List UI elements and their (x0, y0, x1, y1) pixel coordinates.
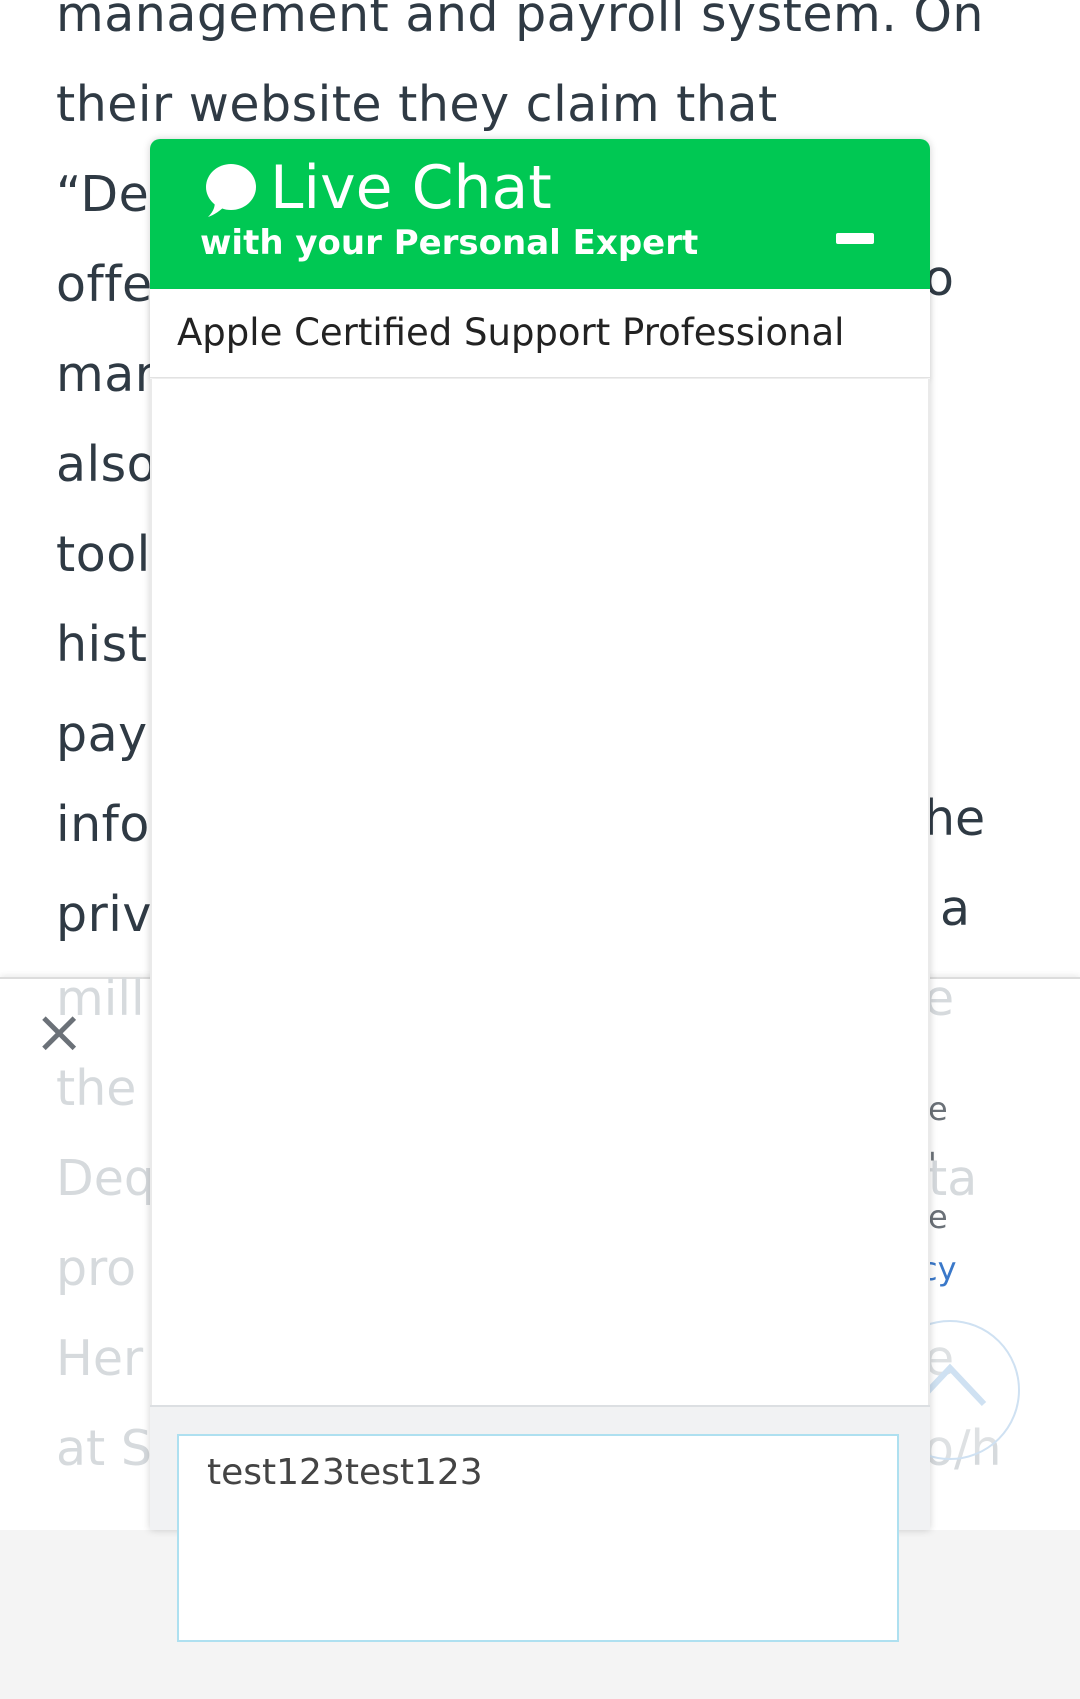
article-fragment: a (940, 880, 971, 937)
minimize-icon (836, 233, 874, 244)
chat-header[interactable]: Live Chat with your Personal Expert (150, 139, 930, 289)
close-icon[interactable]: × (34, 1002, 84, 1062)
faded-article-line: the (56, 1060, 137, 1117)
chat-subtitle: with your Personal Expert (200, 223, 699, 263)
chat-message-input[interactable]: test123test123 (177, 1434, 899, 1642)
article-fragment: he (924, 790, 986, 847)
banner-text-fragment: e (928, 1198, 948, 1236)
chat-input-area: test123test123 (150, 1405, 930, 1642)
article-line: their website they claim that (56, 76, 778, 133)
agent-title: Apple Certified Support Professional (150, 289, 930, 378)
banner-text-fragment: e (928, 1090, 948, 1128)
faded-article-line: Deq (56, 1150, 155, 1207)
minimize-button[interactable] (826, 217, 886, 257)
page: management and payroll system. On their … (0, 0, 1080, 1699)
faded-article-line: Her (56, 1330, 144, 1387)
chat-message-list[interactable] (150, 379, 930, 1405)
article-line: management and payroll system. On (56, 0, 984, 43)
live-chat-widget: Live Chat with your Personal Expert Appl… (150, 139, 930, 1642)
faded-article-line: pro (56, 1240, 137, 1297)
faded-article-line: at S (56, 1420, 152, 1477)
chat-bubble-icon (206, 164, 256, 217)
chat-title: Live Chat (270, 153, 552, 223)
